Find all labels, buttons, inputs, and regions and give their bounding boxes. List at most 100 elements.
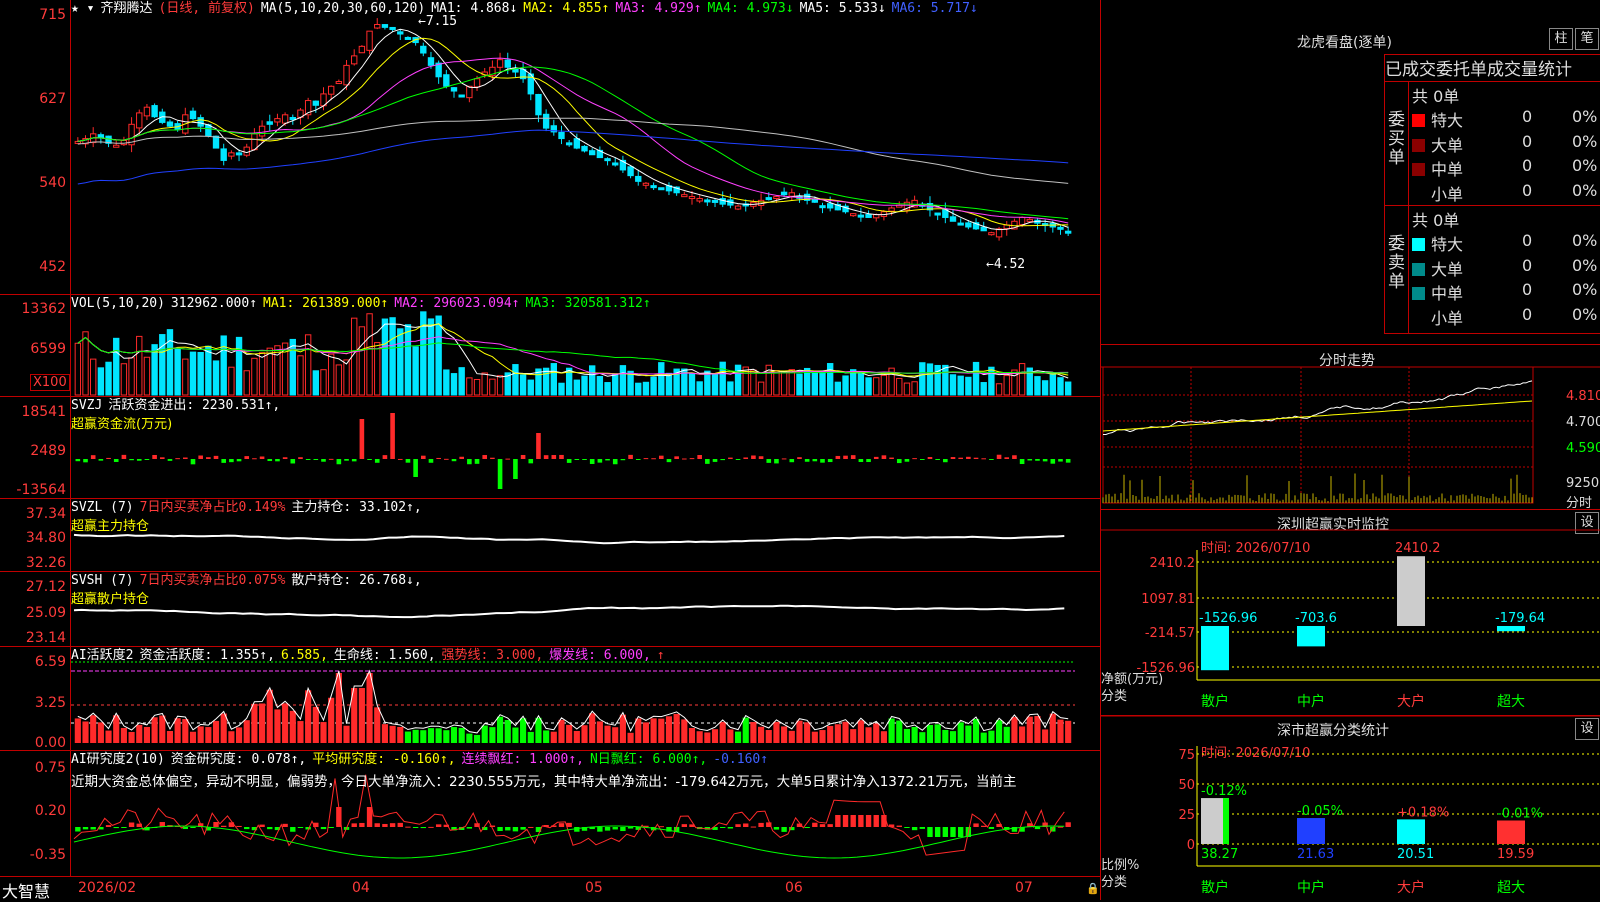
research-bar xyxy=(612,827,618,830)
volume-bar xyxy=(873,377,880,396)
candle-body xyxy=(873,214,880,219)
research-bar xyxy=(758,822,764,827)
ai1-ytick-3: 0.00 xyxy=(34,735,66,751)
flow-bar xyxy=(474,459,480,464)
row-percent: 0% xyxy=(1572,231,1598,250)
ai1-header: AI活跃度2 资金活跃度: 1.355↑, 6.585, 生命线: 1.560, 强势线… xyxy=(71,648,671,663)
volume-bar xyxy=(128,357,135,396)
research-bar xyxy=(374,823,380,827)
ai-research-panel[interactable]: 0.75 0.20 -0.35 AI研究度2(10) 资金研究度: 0.078↑,… xyxy=(0,751,1100,876)
main-chart-area[interactable]: 715 627 540 452 ★ ▾ 齐翔腾达 (日线, 前复权) MA(5,10,… xyxy=(0,0,1100,901)
flow-bar xyxy=(321,459,326,462)
flow-bar xyxy=(1027,459,1033,461)
candle-body xyxy=(949,216,957,222)
cls-ytick: 25 xyxy=(1178,808,1195,823)
sz-bar-label: -703.6 xyxy=(1295,611,1337,626)
flow-bar xyxy=(697,455,702,459)
svzl-ytick-3: 32.26 xyxy=(25,555,66,571)
research-bar xyxy=(512,827,519,832)
price-chart[interactable] xyxy=(0,0,1100,295)
volume-bar xyxy=(727,381,734,396)
price-panel[interactable]: 715 627 540 452 ★ ▾ 齐翔腾达 (日线, 前复权) MA(5,10,… xyxy=(0,0,1100,295)
volume-panel[interactable]: 13362 6599 X100 VOL(5,10,20) 312962.000↑ M… xyxy=(0,295,1100,397)
candle-body xyxy=(888,207,895,212)
active-bar xyxy=(589,713,596,743)
sz-category: 大户 xyxy=(1397,693,1425,710)
svsh-ratio: 7日内买卖净占比0.075% xyxy=(139,573,286,588)
ma-line-4 xyxy=(77,66,1069,220)
volume-bar xyxy=(1041,380,1049,396)
candle-body xyxy=(74,140,82,144)
svzl-ytick-2: 34.80 xyxy=(25,530,66,546)
intraday-chart[interactable] xyxy=(1101,345,1600,510)
research-bar xyxy=(359,822,365,827)
candle-body xyxy=(765,197,772,201)
flow-bar xyxy=(866,459,871,463)
active-bar xyxy=(765,730,772,743)
flow-bar xyxy=(958,457,963,459)
candle-body xyxy=(1057,226,1064,230)
active-bar xyxy=(942,729,949,743)
cls-category: 中户 xyxy=(1297,879,1325,896)
volume-bar xyxy=(397,328,404,396)
flow-bar xyxy=(612,459,618,465)
volume-bar xyxy=(420,311,427,396)
volume-bar xyxy=(612,373,619,396)
volume-bar xyxy=(788,369,795,396)
volume-bar xyxy=(995,383,1003,396)
research-bar xyxy=(351,823,357,827)
flow-bar xyxy=(98,459,104,461)
research-bar xyxy=(957,827,964,837)
ai-active-panel[interactable]: 6.59 3.25 0.00 AI活跃度2 资金活跃度: 1.355↑, 6.585… xyxy=(0,647,1100,751)
row-percent: 0% xyxy=(1572,280,1598,299)
active-bar xyxy=(688,727,696,743)
candle-body xyxy=(681,194,688,198)
volume-bar xyxy=(143,356,151,396)
svzj-panel[interactable]: 18541 2489 -13564 SVZJ 活跃资金进出: 2230.531↑,… xyxy=(0,397,1100,499)
active-bar xyxy=(397,726,404,743)
active-bar xyxy=(972,718,980,743)
price-header: ★ ▾ 齐翔腾达 (日线, 前复权) MA(5,10,20,30,60,120) MA1… xyxy=(71,1,984,16)
row-percent: 0% xyxy=(1572,156,1598,175)
active-bar xyxy=(681,719,688,743)
ai2-header: AI研究度2(10) 资金研究度: 0.078↑, 平均研究度: -0.160↑, 连… xyxy=(71,752,774,767)
bar-mode-button[interactable]: 柱 xyxy=(1549,28,1573,50)
active-bar xyxy=(473,734,481,743)
research-bar xyxy=(528,826,534,828)
candle-body xyxy=(826,203,834,209)
flow-bar xyxy=(106,457,111,459)
svsh-panel[interactable]: 27.12 25.09 23.14 SVSH (7) 7日内买卖净占比0.075%… xyxy=(0,572,1100,647)
ai2-ytick-1: 0.75 xyxy=(34,760,66,776)
cls-bar-大户 xyxy=(1397,819,1425,844)
volume-bar xyxy=(1049,372,1056,396)
flow-bar xyxy=(1042,459,1048,462)
flow-bar xyxy=(198,455,203,459)
volume-bar xyxy=(911,381,918,396)
xlabel-06: 06 xyxy=(785,880,803,896)
flow-bar xyxy=(328,458,334,460)
ai1-ytick-1: 6.59 xyxy=(34,654,66,670)
svzl-panel[interactable]: 37.34 34.80 32.26 SVZL (7) 7日内买卖净占比0.149%… xyxy=(0,499,1100,572)
active-bar xyxy=(235,727,243,743)
flow-bar xyxy=(313,459,319,460)
active-bar xyxy=(289,710,296,743)
star-icon[interactable]: ★ ▾ xyxy=(71,1,94,16)
lock-icon[interactable]: 🔒 xyxy=(1086,882,1100,895)
intraday-panel[interactable]: 分时走势 4.810 4.700 4.590 9250 分时 xyxy=(1101,345,1600,511)
tick-mode-button[interactable]: 笔 xyxy=(1575,28,1599,50)
active-bar xyxy=(182,719,189,743)
research-bar xyxy=(128,822,135,827)
intraday-tick-2: 4.700 xyxy=(1566,415,1600,430)
vol-unit-badge[interactable]: X100 xyxy=(30,374,70,391)
sz-ytick: 2410.2 xyxy=(1150,556,1196,571)
volume-bar xyxy=(757,381,765,396)
candle-body xyxy=(496,59,504,68)
ai1-a: 资金活跃度: 1.355↑, xyxy=(139,648,275,663)
research-bar xyxy=(520,827,526,830)
candle-body xyxy=(266,121,273,125)
row-percent: 0% xyxy=(1572,180,1598,200)
volume-bar xyxy=(750,369,757,396)
cls-ytick: 0 xyxy=(1187,838,1195,853)
svzl-sub: 超赢主力持仓 xyxy=(71,519,150,534)
flow-bar xyxy=(597,459,603,463)
